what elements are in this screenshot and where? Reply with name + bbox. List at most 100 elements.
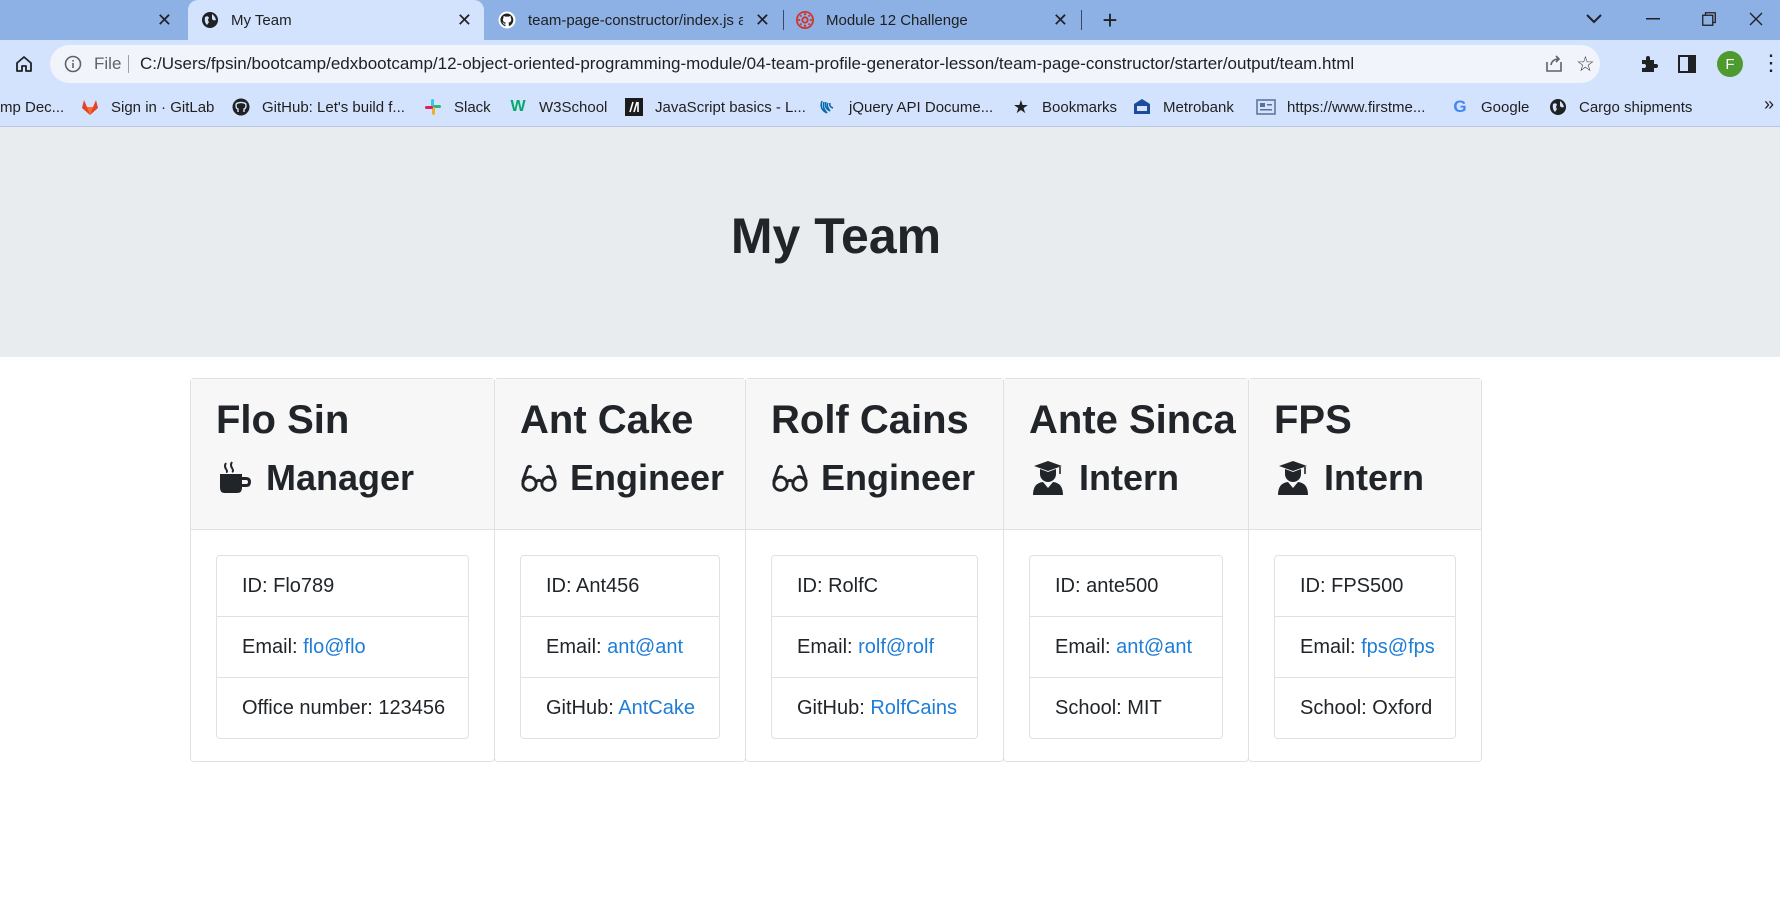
close-icon[interactable]: ✕: [457, 11, 472, 29]
tab-unnamed[interactable]: ✕: [0, 0, 186, 40]
share-icon[interactable]: [1544, 54, 1564, 74]
employee-card: Rolf Cains Engineer ID: RolfC Email: rol…: [745, 378, 1004, 762]
tab-search-button[interactable]: [1571, 0, 1617, 38]
employee-card: Flo Sin Manager ID: Flo789 Email: flo@fl…: [190, 378, 495, 762]
school-label: School: MIT: [1055, 697, 1162, 719]
home-button[interactable]: [10, 50, 38, 78]
bookmark-item[interactable]: W W3School: [508, 88, 607, 126]
employee-name: Ant Cake: [520, 398, 694, 442]
jumbotron: My Team: [0, 127, 1780, 357]
card-header: Rolf Cains Engineer: [746, 379, 1003, 530]
github-link[interactable]: RolfCains: [870, 697, 957, 719]
employee-id: ID: RolfC: [797, 575, 879, 597]
card-header: Flo Sin Manager: [191, 379, 494, 530]
new-tab-button[interactable]: +: [1096, 6, 1124, 34]
email-label: Email:: [1300, 636, 1362, 658]
minimize-button[interactable]: [1630, 0, 1676, 38]
email-label: Email:: [242, 636, 304, 658]
close-icon[interactable]: ✕: [157, 11, 172, 29]
employee-email: Email: rolf@rolf: [772, 616, 977, 677]
close-icon[interactable]: ✕: [755, 11, 770, 29]
card-body: ID: ante500 Email: ant@ant School: MIT: [1004, 530, 1248, 764]
bookmark-label: Sign in · GitLab: [111, 98, 215, 116]
tab-module-12[interactable]: Module 12 Challenge ✕: [784, 0, 1080, 40]
glasses-icon: [771, 459, 809, 497]
slack-icon: [423, 97, 443, 117]
close-window-button[interactable]: [1733, 0, 1779, 38]
employee-role: Engineer: [520, 455, 724, 501]
office-number-label: Office number: 123456: [242, 697, 446, 719]
employee-name: Flo Sin: [216, 398, 350, 442]
globe-icon: [201, 11, 219, 29]
role-label: Manager: [266, 457, 415, 498]
tab-github[interactable]: team-page-constructor/index.js at ✕: [486, 0, 782, 40]
card-body: ID: Ant456 Email: ant@ant GitHub: AntCak…: [495, 530, 745, 764]
close-icon[interactable]: ✕: [1053, 11, 1068, 29]
mug-icon: [216, 459, 254, 497]
bookmark-item[interactable]: Slack: [423, 88, 491, 126]
bookmark-item[interactable]: Metrobank: [1132, 88, 1234, 126]
employee-card: Ante Sinca Intern ID: ante500 Email: ant…: [1003, 378, 1249, 762]
card-body: ID: RolfC Email: rolf@rolf GitHub: RolfC…: [746, 530, 1003, 764]
bookmark-item[interactable]: mp Dec...: [0, 88, 64, 126]
info-list: ID: ante500 Email: ant@ant School: MIT: [1029, 555, 1223, 739]
more-menu-icon[interactable]: ⋮: [1760, 52, 1780, 76]
graduate-icon: [1274, 459, 1312, 497]
employee-id: ID: FPS500: [1300, 575, 1404, 597]
bookmark-item[interactable]: jQuery API Docume...: [818, 88, 993, 126]
tab-my-team[interactable]: My Team ✕: [188, 0, 484, 40]
employee-email: Email: fps@fps: [1275, 616, 1455, 677]
github-label: GitHub:: [797, 697, 871, 719]
employee-role: Intern: [1029, 455, 1223, 501]
mdn-icon: [624, 97, 644, 117]
address-url[interactable]: C:/Users/fpsin/bootcamp/edxbootcamp/12-o…: [140, 54, 1354, 74]
bookmark-item[interactable]: Sign in · GitLab: [80, 88, 214, 126]
side-panel-icon[interactable]: [1675, 52, 1699, 76]
bookmark-item[interactable]: GitHub: Let's build f...: [231, 88, 405, 126]
email-label: Email:: [1055, 636, 1117, 658]
tab-separator: [1081, 10, 1082, 30]
address-bar[interactable]: File C:/Users/fpsin/bootcamp/edxbootcamp…: [50, 45, 1600, 83]
bookmark-item[interactable]: ★ Bookmarks: [1011, 88, 1117, 126]
bookmark-item[interactable]: https://www.firstme...: [1256, 88, 1425, 126]
globe-icon: [1548, 97, 1568, 117]
bookmark-item[interactable]: Cargo shipments: [1548, 88, 1692, 126]
email-link[interactable]: flo@flo: [303, 636, 366, 658]
employee-name: Rolf Cains: [771, 398, 969, 442]
info-icon[interactable]: [64, 55, 82, 73]
extensions-icon[interactable]: [1636, 52, 1660, 76]
office-number: Office number: 123456: [217, 677, 468, 738]
bookmarks-overflow-icon[interactable]: »: [1764, 94, 1774, 115]
bookmark-label: Bookmarks: [1042, 98, 1118, 116]
tab-label: My Team: [231, 11, 292, 29]
email-link[interactable]: ant@ant: [607, 636, 683, 658]
browser-toolbar: File C:/Users/fpsin/bootcamp/edxbootcamp…: [0, 40, 1780, 88]
profile-avatar[interactable]: F: [1717, 51, 1743, 77]
email-link[interactable]: fps@fps: [1361, 636, 1435, 658]
bookmark-label: jQuery API Docume...: [849, 98, 994, 116]
restore-button[interactable]: [1686, 0, 1732, 38]
employee-name: FPS: [1274, 398, 1352, 442]
info-list: ID: Ant456 Email: ant@ant GitHub: AntCak…: [520, 555, 720, 739]
card-header: Ant Cake Engineer: [495, 379, 745, 530]
bookmark-item[interactable]: G Google: [1450, 88, 1529, 126]
github-link[interactable]: AntCake: [618, 697, 695, 719]
bookmark-star-icon[interactable]: ☆: [1576, 52, 1595, 77]
team-cards: Flo Sin Manager ID: Flo789 Email: flo@fl…: [190, 378, 1482, 764]
bookmark-item[interactable]: JavaScript basics - L...: [624, 88, 806, 126]
role-label: Engineer: [821, 457, 976, 498]
github-icon: [498, 11, 516, 29]
role-label: Intern: [1079, 457, 1180, 498]
card-header: Ante Sinca Intern: [1004, 379, 1248, 530]
info-list: ID: RolfC Email: rolf@rolf GitHub: RolfC…: [771, 555, 978, 739]
email-link[interactable]: ant@ant: [1116, 636, 1192, 658]
canvas-icon: [796, 11, 814, 29]
school-label: School: Oxford: [1300, 697, 1433, 719]
address-separator: [128, 55, 129, 73]
bookmark-label: Slack: [454, 98, 491, 116]
email-link[interactable]: rolf@rolf: [858, 636, 934, 658]
bookmark-label: W3School: [539, 98, 608, 116]
role-label: Intern: [1324, 457, 1425, 498]
bookmark-label: Metrobank: [1163, 98, 1234, 116]
github-label: GitHub:: [546, 697, 619, 719]
